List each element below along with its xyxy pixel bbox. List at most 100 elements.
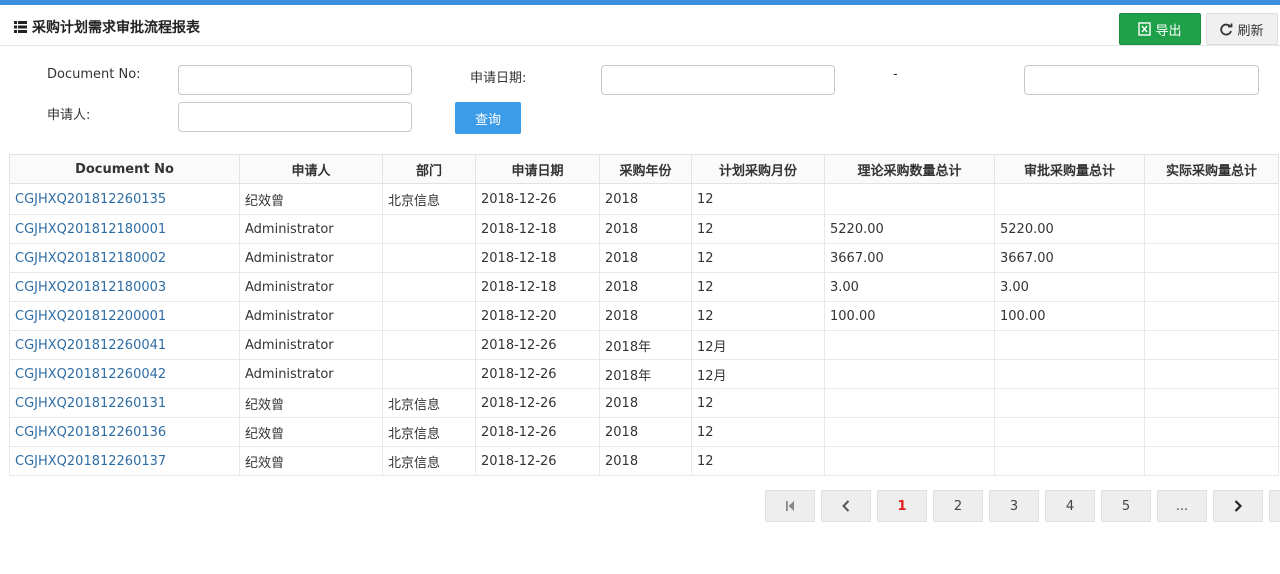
table-cell: Administrator	[239, 330, 383, 360]
prev-page-button[interactable]	[821, 490, 871, 522]
column-header[interactable]: Document No	[9, 154, 240, 184]
column-header[interactable]: 采购年份	[599, 154, 692, 184]
report-table: Document No 申请人 部门 申请日期 采购年份 计划采购月份 理论采购数量总计 审批…	[9, 154, 1279, 476]
next-page-button[interactable]	[1213, 490, 1263, 522]
date-range-separator: -	[893, 67, 898, 82]
last-page-button[interactable]	[1269, 490, 1280, 522]
document-no-link[interactable]: CGJHXQ201812180001	[9, 214, 240, 244]
page-ellipsis-button[interactable]: ...	[1157, 490, 1207, 522]
table-row[interactable]: CGJHXQ201812260042 Administrator 2018-12-2…	[9, 359, 1279, 389]
table-cell: 纪效曾	[239, 183, 383, 215]
page-button-4[interactable]: 4	[1045, 490, 1095, 522]
table-row[interactable]: CGJHXQ201812180003 Administrator 2018-12-1…	[9, 272, 1279, 302]
document-no-link[interactable]: CGJHXQ201812180002	[9, 243, 240, 273]
table-cell: 12	[691, 272, 825, 302]
first-page-icon	[786, 501, 794, 511]
chevron-right-icon	[1234, 500, 1242, 512]
table-cell	[382, 214, 476, 244]
table-row[interactable]: CGJHXQ201812260137 纪效曾 北京信息 2018-12-26 2018 1…	[9, 446, 1279, 476]
table-row[interactable]: CGJHXQ201812260041 Administrator 2018-12-2…	[9, 330, 1279, 360]
column-header[interactable]: 计划采购月份	[691, 154, 825, 184]
table-cell: Administrator	[239, 214, 383, 244]
page-button-1[interactable]: 1	[877, 490, 927, 522]
table-cell	[382, 301, 476, 331]
table-cell: 纪效曾	[239, 388, 383, 418]
applicant-input[interactable]	[178, 102, 412, 132]
column-header[interactable]: 申请日期	[475, 154, 600, 184]
chevron-left-icon	[842, 500, 850, 512]
table-cell	[1144, 301, 1279, 331]
table-cell	[824, 446, 995, 476]
table-cell	[1144, 446, 1279, 476]
document-no-link[interactable]: CGJHXQ201812200001	[9, 301, 240, 331]
column-header[interactable]: 申请人	[239, 154, 383, 184]
table-cell: 12	[691, 388, 825, 418]
table-cell	[994, 183, 1145, 215]
table-header-row: Document No 申请人 部门 申请日期 采购年份 计划采购月份 理论采购数量总计 审批…	[9, 154, 1279, 184]
document-no-link[interactable]: CGJHXQ201812260041	[9, 330, 240, 360]
document-no-link[interactable]: CGJHXQ201812260131	[9, 388, 240, 418]
document-no-link[interactable]: CGJHXQ201812260042	[9, 359, 240, 389]
date-to-input[interactable]	[1024, 65, 1259, 95]
document-no-link[interactable]: CGJHXQ201812260135	[9, 183, 240, 215]
refresh-label: 刷新	[1237, 23, 1264, 39]
table-cell: 12	[691, 214, 825, 244]
document-no-link[interactable]: CGJHXQ201812260136	[9, 417, 240, 447]
table-cell: 3667.00	[824, 243, 995, 273]
table-cell: 2018-12-26	[475, 388, 600, 418]
apply-date-label: 申请日期:	[470, 71, 527, 86]
table-cell	[1144, 214, 1279, 244]
document-no-link[interactable]: CGJHXQ201812260137	[9, 446, 240, 476]
table-row[interactable]: CGJHXQ201812180002 Administrator 2018-12-1…	[9, 243, 1279, 273]
table-cell	[1144, 330, 1279, 360]
column-header[interactable]: 部门	[382, 154, 476, 184]
page-title-text: 采购计划需求审批流程报表	[32, 20, 200, 36]
table-cell: 2018	[599, 243, 692, 273]
table-cell	[1144, 417, 1279, 447]
page-button-3[interactable]: 3	[989, 490, 1039, 522]
table-cell	[994, 417, 1145, 447]
table-cell: 12	[691, 183, 825, 215]
table-cell: Administrator	[239, 301, 383, 331]
table-row[interactable]: CGJHXQ201812200001 Administrator 2018-12-2…	[9, 301, 1279, 331]
first-page-button[interactable]	[765, 490, 815, 522]
refresh-button[interactable]: 刷新	[1206, 13, 1278, 45]
query-button[interactable]: 查询	[455, 102, 521, 134]
table-cell: 12月	[691, 359, 825, 389]
page-button-2[interactable]: 2	[933, 490, 983, 522]
date-from-input[interactable]	[601, 65, 835, 95]
table-cell: 3.00	[824, 272, 995, 302]
table-cell: 2018年	[599, 330, 692, 360]
table-cell	[382, 359, 476, 389]
doc-no-input[interactable]	[178, 65, 412, 95]
table-cell: 2018	[599, 183, 692, 215]
table-cell: 北京信息	[382, 388, 476, 418]
table-row[interactable]: CGJHXQ201812260131 纪效曾 北京信息 2018-12-26 2018 1…	[9, 388, 1279, 418]
document-no-link[interactable]: CGJHXQ201812180003	[9, 272, 240, 302]
column-header[interactable]: 实际采购量总计	[1144, 154, 1279, 184]
column-header[interactable]: 理论采购数量总计	[824, 154, 995, 184]
page-button-5[interactable]: 5	[1101, 490, 1151, 522]
table-cell: 12	[691, 301, 825, 331]
applicant-label: 申请人:	[47, 108, 91, 123]
table-cell: 100.00	[824, 301, 995, 331]
table-cell: 12	[691, 417, 825, 447]
table-cell: 2018-12-26	[475, 446, 600, 476]
table-cell: 3667.00	[994, 243, 1145, 273]
table-cell: 2018	[599, 388, 692, 418]
table-cell: Administrator	[239, 359, 383, 389]
table-row[interactable]: CGJHXQ201812260135 纪效曾 北京信息 2018-12-26 2018 1…	[9, 183, 1279, 215]
table-cell: 5220.00	[994, 214, 1145, 244]
table-cell: Administrator	[239, 272, 383, 302]
header-bar: 采购计划需求审批流程报表 导出 刷新	[0, 5, 1280, 46]
table-cell: 12月	[691, 330, 825, 360]
column-header[interactable]: 审批采购量总计	[994, 154, 1145, 184]
export-button[interactable]: 导出	[1119, 13, 1201, 45]
pagination: 1 2 3 4 5 ...	[765, 490, 1280, 522]
table-row[interactable]: CGJHXQ201812180001 Administrator 2018-12-1…	[9, 214, 1279, 244]
table-row[interactable]: CGJHXQ201812260136 纪效曾 北京信息 2018-12-26 2018 1…	[9, 417, 1279, 447]
table-cell	[1144, 272, 1279, 302]
export-label: 导出	[1155, 23, 1182, 39]
refresh-icon	[1220, 23, 1233, 35]
table-cell: 2018	[599, 301, 692, 331]
